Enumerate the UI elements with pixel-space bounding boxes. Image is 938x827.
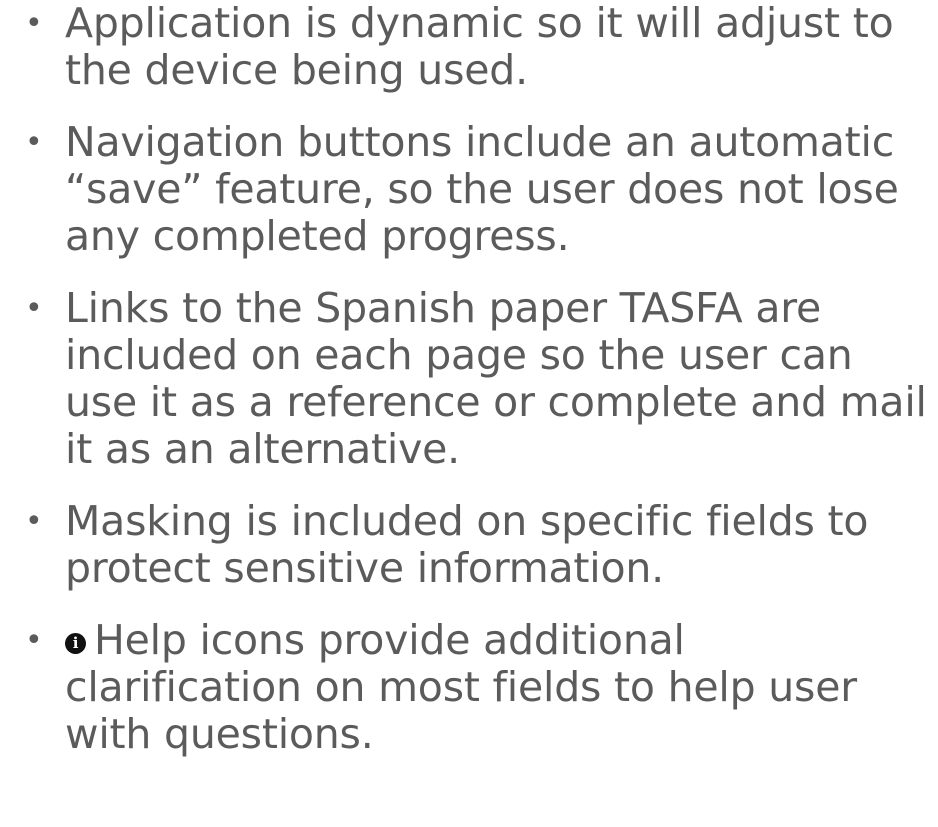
bullet-marker: • xyxy=(25,623,43,658)
feature-bullet-list: • Application is dynamic so it will adju… xyxy=(0,0,938,758)
bullet-text: Help icons provide additional clarificat… xyxy=(65,616,857,758)
bullet-marker: • xyxy=(25,504,43,539)
bullet-marker: • xyxy=(25,6,43,41)
bullet-item-navigation-save: • Navigation buttons include an automati… xyxy=(0,119,938,260)
bullet-text: Navigation buttons include an automatic … xyxy=(65,118,899,260)
bullet-text: Application is dynamic so it will adjust… xyxy=(65,0,894,94)
bullet-text: Masking is included on specific fields t… xyxy=(65,497,869,592)
info-icon: i xyxy=(65,633,86,654)
bullet-marker: • xyxy=(25,125,43,160)
bullet-marker: • xyxy=(25,291,43,326)
bullet-item-spanish-tasfa-links: • Links to the Spanish paper TASFA are i… xyxy=(0,285,938,473)
bullet-item-help-icons: • i Help icons provide additional clarifi… xyxy=(0,617,938,758)
bullet-text: Links to the Spanish paper TASFA are inc… xyxy=(65,284,927,473)
bullet-item-dynamic-application: • Application is dynamic so it will adju… xyxy=(0,0,938,94)
bullet-item-masking: • Masking is included on specific fields… xyxy=(0,498,938,592)
